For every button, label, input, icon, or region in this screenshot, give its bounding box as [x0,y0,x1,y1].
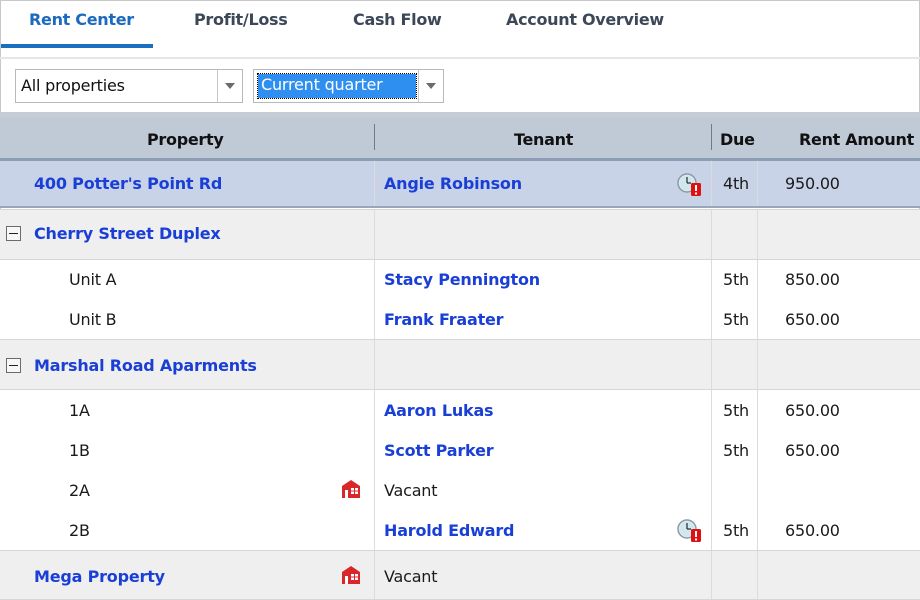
collapse-toggle[interactable] [6,226,21,241]
column-divider [374,511,375,551]
tenant-link[interactable]: Aaron Lukas [384,401,494,420]
column-divider [374,161,375,206]
property-link[interactable]: Cherry Street Duplex [34,224,221,243]
table-row[interactable]: 2A Vacant [0,470,920,511]
vacant-icon[interactable] [341,565,361,585]
column-divider [374,210,375,259]
column-header-tenant[interactable]: Tenant [514,130,573,149]
column-divider [711,260,712,300]
property-link[interactable]: Marshal Road Aparments [34,356,257,375]
column-divider [374,300,375,340]
column-divider [711,161,712,206]
rent-amount: 650.00 [785,401,840,420]
column-divider [757,430,758,470]
tab-profit-loss[interactable]: Profit/Loss [194,10,288,29]
column-divider [757,300,758,340]
active-tab-indicator [1,44,153,48]
column-divider [374,390,375,430]
table-row[interactable]: 1A Aaron Lukas 5th 650.00 [0,390,920,430]
column-resize-handle[interactable] [711,124,712,150]
property-filter-value: All properties [21,76,125,95]
column-divider [757,511,758,551]
column-header-rent-amount[interactable]: Rent Amount [799,130,914,149]
table-row[interactable]: Unit B Frank Fraater 5th 650.00 [0,300,920,340]
tab-bar: Rent Center Profit/Loss Cash Flow Accoun… [0,0,920,50]
column-divider [711,470,712,511]
rent-amount: 850.00 [785,270,840,289]
rent-amount: 650.00 [785,441,840,460]
chevron-down-icon [426,83,436,89]
unit-name: 2A [69,481,90,500]
column-divider [757,210,758,259]
column-divider [374,430,375,470]
column-divider [757,340,758,389]
column-divider [757,551,758,599]
due-day: 5th [723,441,749,460]
unit-name: Unit A [69,270,117,289]
tabs-divider [0,57,920,59]
due-day: 5th [723,310,749,329]
tenant-link[interactable]: Angie Robinson [384,174,522,193]
late-payment-icon[interactable] [676,518,702,542]
tab-rent-center[interactable]: Rent Center [29,10,134,29]
due-day: 5th [723,401,749,420]
column-divider [374,470,375,511]
group-row[interactable]: Cherry Street Duplex [0,209,920,260]
table-row[interactable]: Mega Property Vacant [0,550,920,600]
rent-amount: 950.00 [785,174,840,193]
unit-name: 1A [69,401,90,420]
tenant-link[interactable]: Stacy Pennington [384,270,540,289]
tenant-link[interactable]: Harold Edward [384,521,514,540]
vacant-icon[interactable] [341,479,361,499]
column-divider [757,470,758,511]
collapse-toggle[interactable] [6,358,21,373]
property-link[interactable]: 400 Potter's Point Rd [34,174,222,193]
column-divider [757,260,758,300]
column-resize-handle[interactable] [374,124,375,150]
column-divider [711,430,712,470]
rent-amount: 650.00 [785,521,840,540]
tenant-link[interactable]: Scott Parker [384,441,494,460]
unit-name: Unit B [69,310,117,329]
property-link[interactable]: Mega Property [34,567,165,586]
column-divider [711,511,712,551]
column-divider [757,390,758,430]
column-divider [711,300,712,340]
property-filter-dropdown[interactable]: All properties [15,69,243,103]
column-header-property[interactable]: Property [147,130,224,149]
table-row[interactable]: 1B Scott Parker 5th 650.00 [0,430,920,470]
property-filter-toggle[interactable] [217,70,242,102]
table-row[interactable]: 400 Potter's Point Rd Angie Robinson 4th… [0,161,920,208]
column-divider [374,340,375,389]
vacant-label: Vacant [384,481,438,500]
column-divider [374,260,375,300]
column-divider [757,161,758,206]
period-filter-dropdown[interactable]: Current quarter [253,69,444,103]
table-row[interactable]: Unit A Stacy Pennington 5th 850.00 [0,260,920,300]
tenant-link[interactable]: Frank Fraater [384,310,504,329]
column-divider [711,340,712,389]
column-divider [711,210,712,259]
period-filter-value: Current quarter [257,73,417,99]
grid-header: Property Tenant Due Rent Amount [0,118,920,161]
unit-name: 2B [69,521,90,540]
column-divider [711,551,712,599]
rent-amount: 650.00 [785,310,840,329]
unit-name: 1B [69,441,90,460]
tab-account-overview[interactable]: Account Overview [506,10,664,29]
due-day: 5th [723,270,749,289]
late-payment-icon[interactable] [676,172,702,196]
column-header-due[interactable]: Due [720,130,755,149]
table-row[interactable]: 2B Harold Edward 5th 650.00 [0,511,920,551]
group-row[interactable]: Marshal Road Aparments [0,339,920,390]
period-filter-toggle[interactable] [418,70,443,102]
column-divider [374,551,375,599]
chevron-down-icon [225,83,235,89]
due-day: 4th [723,174,749,193]
due-day: 5th [723,521,749,540]
tab-cash-flow[interactable]: Cash Flow [353,10,442,29]
column-divider [711,390,712,430]
vacant-label: Vacant [384,567,438,586]
